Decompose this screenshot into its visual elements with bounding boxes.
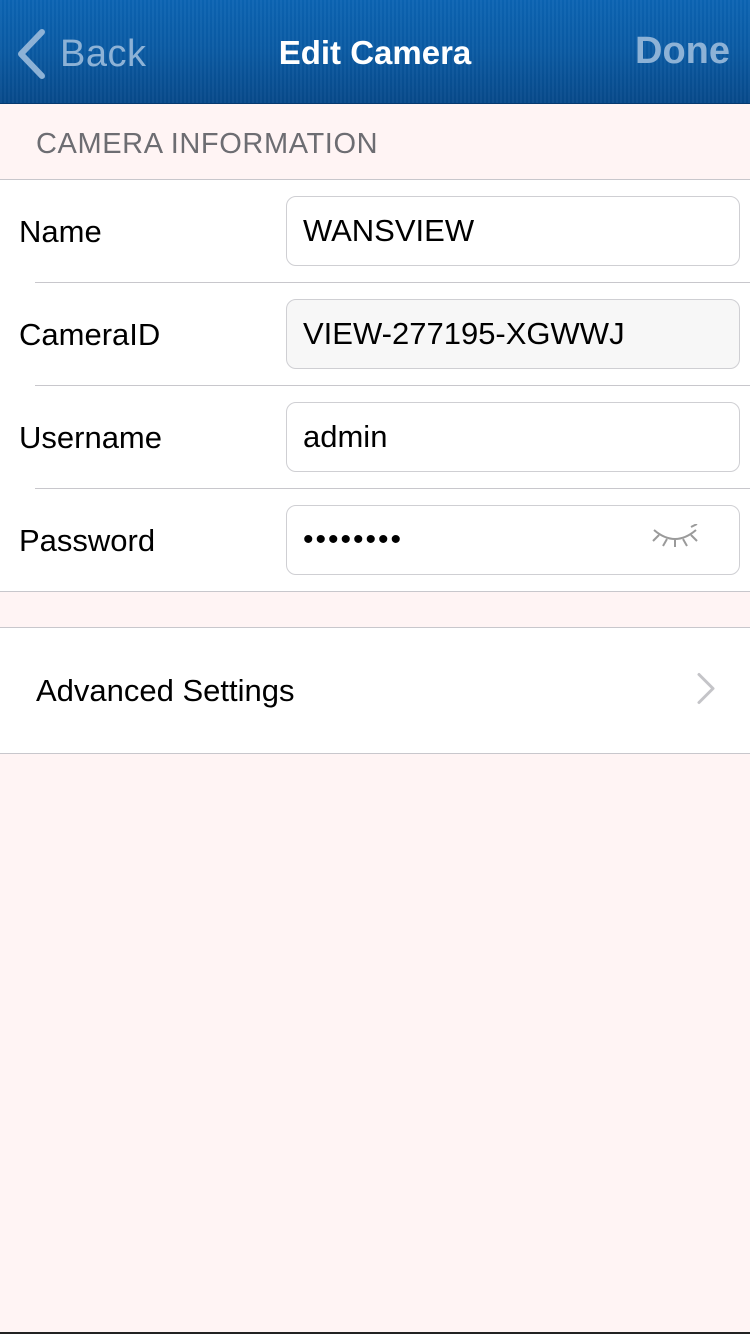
eye-closed-icon[interactable]	[651, 522, 699, 558]
username-field-value: admin	[303, 419, 388, 454]
password-field-value: ••••••••	[303, 523, 404, 556]
password-field[interactable]: ••••••••	[286, 505, 740, 575]
advanced-settings-row[interactable]: Advanced Settings	[0, 627, 750, 754]
name-row: Name WANSVIEW	[0, 180, 750, 283]
advanced-settings-label: Advanced Settings	[36, 672, 295, 708]
username-label: Username	[19, 419, 162, 455]
chevron-left-icon	[16, 28, 46, 80]
password-row: Password ••••••••	[0, 489, 750, 592]
username-field[interactable]: admin	[286, 402, 740, 472]
password-label: Password	[19, 522, 156, 558]
section-header-camera-information: CAMERA INFORMATION	[36, 128, 379, 160]
name-label: Name	[19, 213, 102, 249]
camera-id-field: VIEW-277195-XGWWJ	[286, 299, 740, 369]
camera-info-form: Name WANSVIEW CameraID VIEW-277195-XGWWJ…	[0, 179, 750, 592]
chevron-right-icon	[696, 671, 716, 710]
navigation-bar: Back Edit Camera Done	[0, 0, 750, 104]
name-field[interactable]: WANSVIEW	[286, 196, 740, 266]
back-button[interactable]: Back	[16, 24, 146, 84]
username-row: Username admin	[0, 386, 750, 489]
name-field-value: WANSVIEW	[303, 213, 475, 248]
back-button-label: Back	[60, 32, 147, 75]
done-button[interactable]: Done	[635, 30, 730, 73]
camera-id-field-value: VIEW-277195-XGWWJ	[303, 316, 625, 351]
camera-id-label: CameraID	[19, 316, 161, 352]
camera-id-row: CameraID VIEW-277195-XGWWJ	[0, 283, 750, 386]
